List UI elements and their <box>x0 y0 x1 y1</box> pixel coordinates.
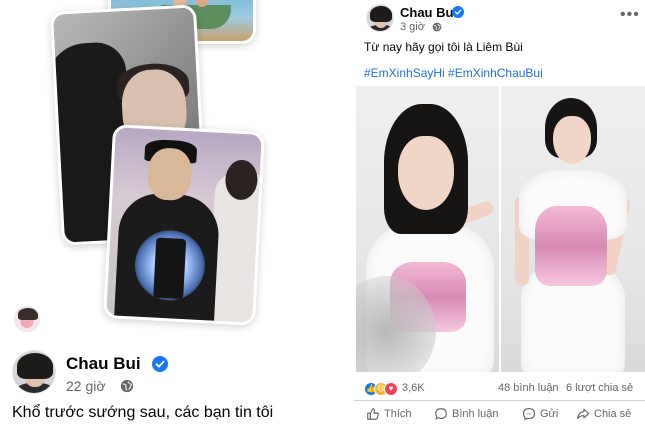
share-arrow-icon <box>577 408 590 420</box>
globe-icon <box>120 379 134 393</box>
verified-badge-icon <box>152 356 168 372</box>
avatar[interactable] <box>12 350 56 394</box>
reaction-count[interactable]: 3,6K <box>402 382 425 394</box>
post-photo-2[interactable] <box>501 86 645 372</box>
avatar[interactable] <box>366 4 394 32</box>
thumbs-up-icon <box>367 408 379 420</box>
right-post: Chau Bui 3 giờ ••• Từ nay hãy gọi tôi là… <box>354 0 645 430</box>
hashtag-link[interactable]: #EmXinhSayHi <box>364 66 445 80</box>
left-post: Chau Bui 22 giờ Khổ trước sướng sau, các… <box>0 0 344 430</box>
small-profile-avatar[interactable] <box>14 306 40 332</box>
like-button[interactable]: Thích <box>366 407 412 421</box>
like-label: Thích <box>384 408 412 420</box>
hashtags: #EmXinhSayHi #EmXinhChauBui <box>364 66 543 80</box>
share-button[interactable]: Chia sẻ <box>576 407 631 421</box>
reaction-icons[interactable]: 👍 😆 ♥ <box>364 382 404 398</box>
post-caption: Từ nay hãy gọi tôi là Liêm Bùi <box>364 40 523 54</box>
action-bar: Thích Bình luận Gửi Chia sẻ <box>354 400 645 428</box>
share-label: Chia sẻ <box>594 408 632 420</box>
send-button[interactable]: Gửi <box>522 407 558 421</box>
post-time[interactable]: 22 giờ <box>66 378 106 394</box>
more-options-icon[interactable]: ••• <box>620 6 640 24</box>
comment-bubble-icon <box>435 408 447 420</box>
comment-button[interactable]: Bình luận <box>434 407 498 421</box>
globe-icon <box>432 22 442 32</box>
photo-card-front[interactable] <box>103 124 265 326</box>
hashtag-link[interactable]: #EmXinhChauBui <box>448 66 543 80</box>
love-reaction-icon: ♥ <box>384 382 398 396</box>
messenger-icon <box>523 408 535 421</box>
post-photo-1[interactable] <box>356 86 499 372</box>
post-time[interactable]: 3 giờ <box>400 21 425 33</box>
post-header: Chau Bui 22 giờ <box>12 350 342 400</box>
shares-count[interactable]: 6 lượt chia sẻ <box>566 382 633 394</box>
comment-label: Bình luận <box>452 408 499 420</box>
post-caption: Khổ trước sướng sau, các bạn tin tôi <box>12 404 274 421</box>
verified-badge-icon <box>452 6 464 18</box>
author-name[interactable]: Chau Bui <box>66 354 141 374</box>
author-name[interactable]: Chau Bui <box>400 5 457 20</box>
send-label: Gửi <box>540 408 559 420</box>
comments-count[interactable]: 48 bình luận <box>498 382 559 394</box>
